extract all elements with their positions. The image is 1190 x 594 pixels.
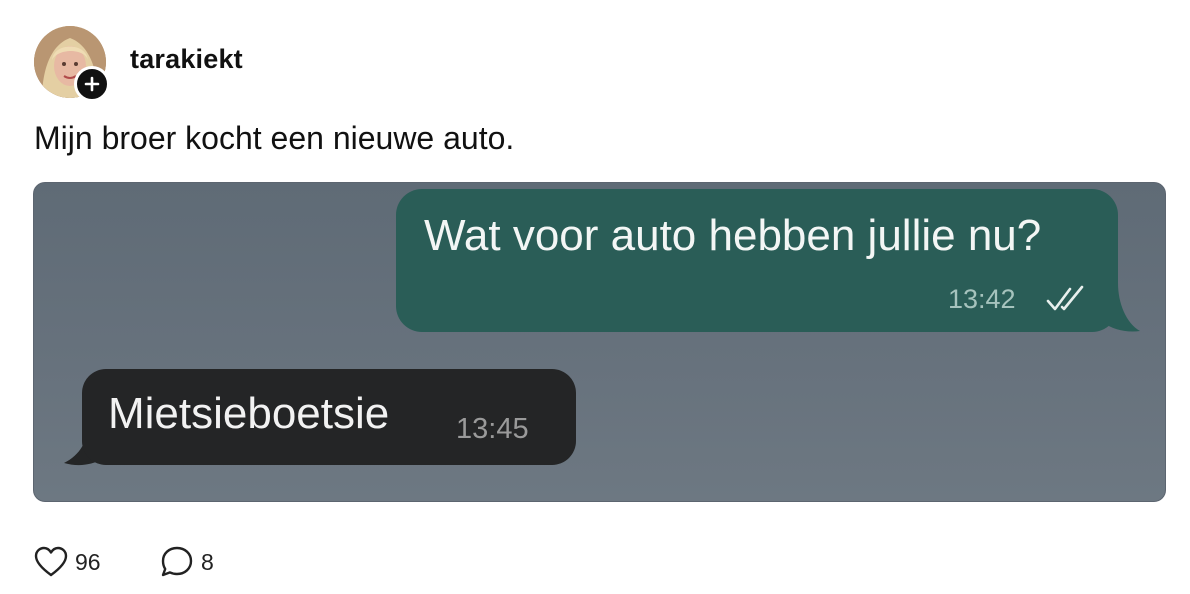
comment-bubble-icon bbox=[161, 546, 193, 577]
outgoing-message-time: 13:42 bbox=[948, 284, 1016, 314]
comment-button[interactable]: 8 bbox=[160, 544, 214, 580]
double-check-icon bbox=[1046, 285, 1084, 311]
plus-icon bbox=[84, 76, 100, 92]
post-image[interactable]: Wat voor auto hebben jullie nu? 13:42 Mi… bbox=[33, 182, 1166, 502]
follow-button[interactable] bbox=[74, 66, 110, 102]
outgoing-message-text: Wat voor auto hebben jullie nu? bbox=[424, 211, 1042, 260]
post-header: tarakiekt bbox=[34, 26, 434, 102]
like-count: 96 bbox=[75, 548, 101, 575]
like-button[interactable]: 96 bbox=[34, 544, 101, 580]
post-actions: 96 8 bbox=[34, 544, 334, 580]
outgoing-bubble-tail bbox=[1104, 283, 1140, 332]
incoming-message-text: Mietsieboetsie bbox=[108, 389, 390, 438]
outgoing-message-bubble: Wat voor auto hebben jullie nu? 13:42 bbox=[396, 189, 1118, 332]
heart-icon bbox=[34, 546, 68, 577]
username[interactable]: tarakiekt bbox=[130, 44, 243, 75]
incoming-message-time: 13:45 bbox=[456, 413, 529, 445]
incoming-message-bubble: Mietsieboetsie 13:45 bbox=[82, 369, 576, 465]
comment-count: 8 bbox=[201, 548, 214, 575]
post-text: Mijn broer kocht een nieuwe auto. bbox=[34, 120, 515, 156]
